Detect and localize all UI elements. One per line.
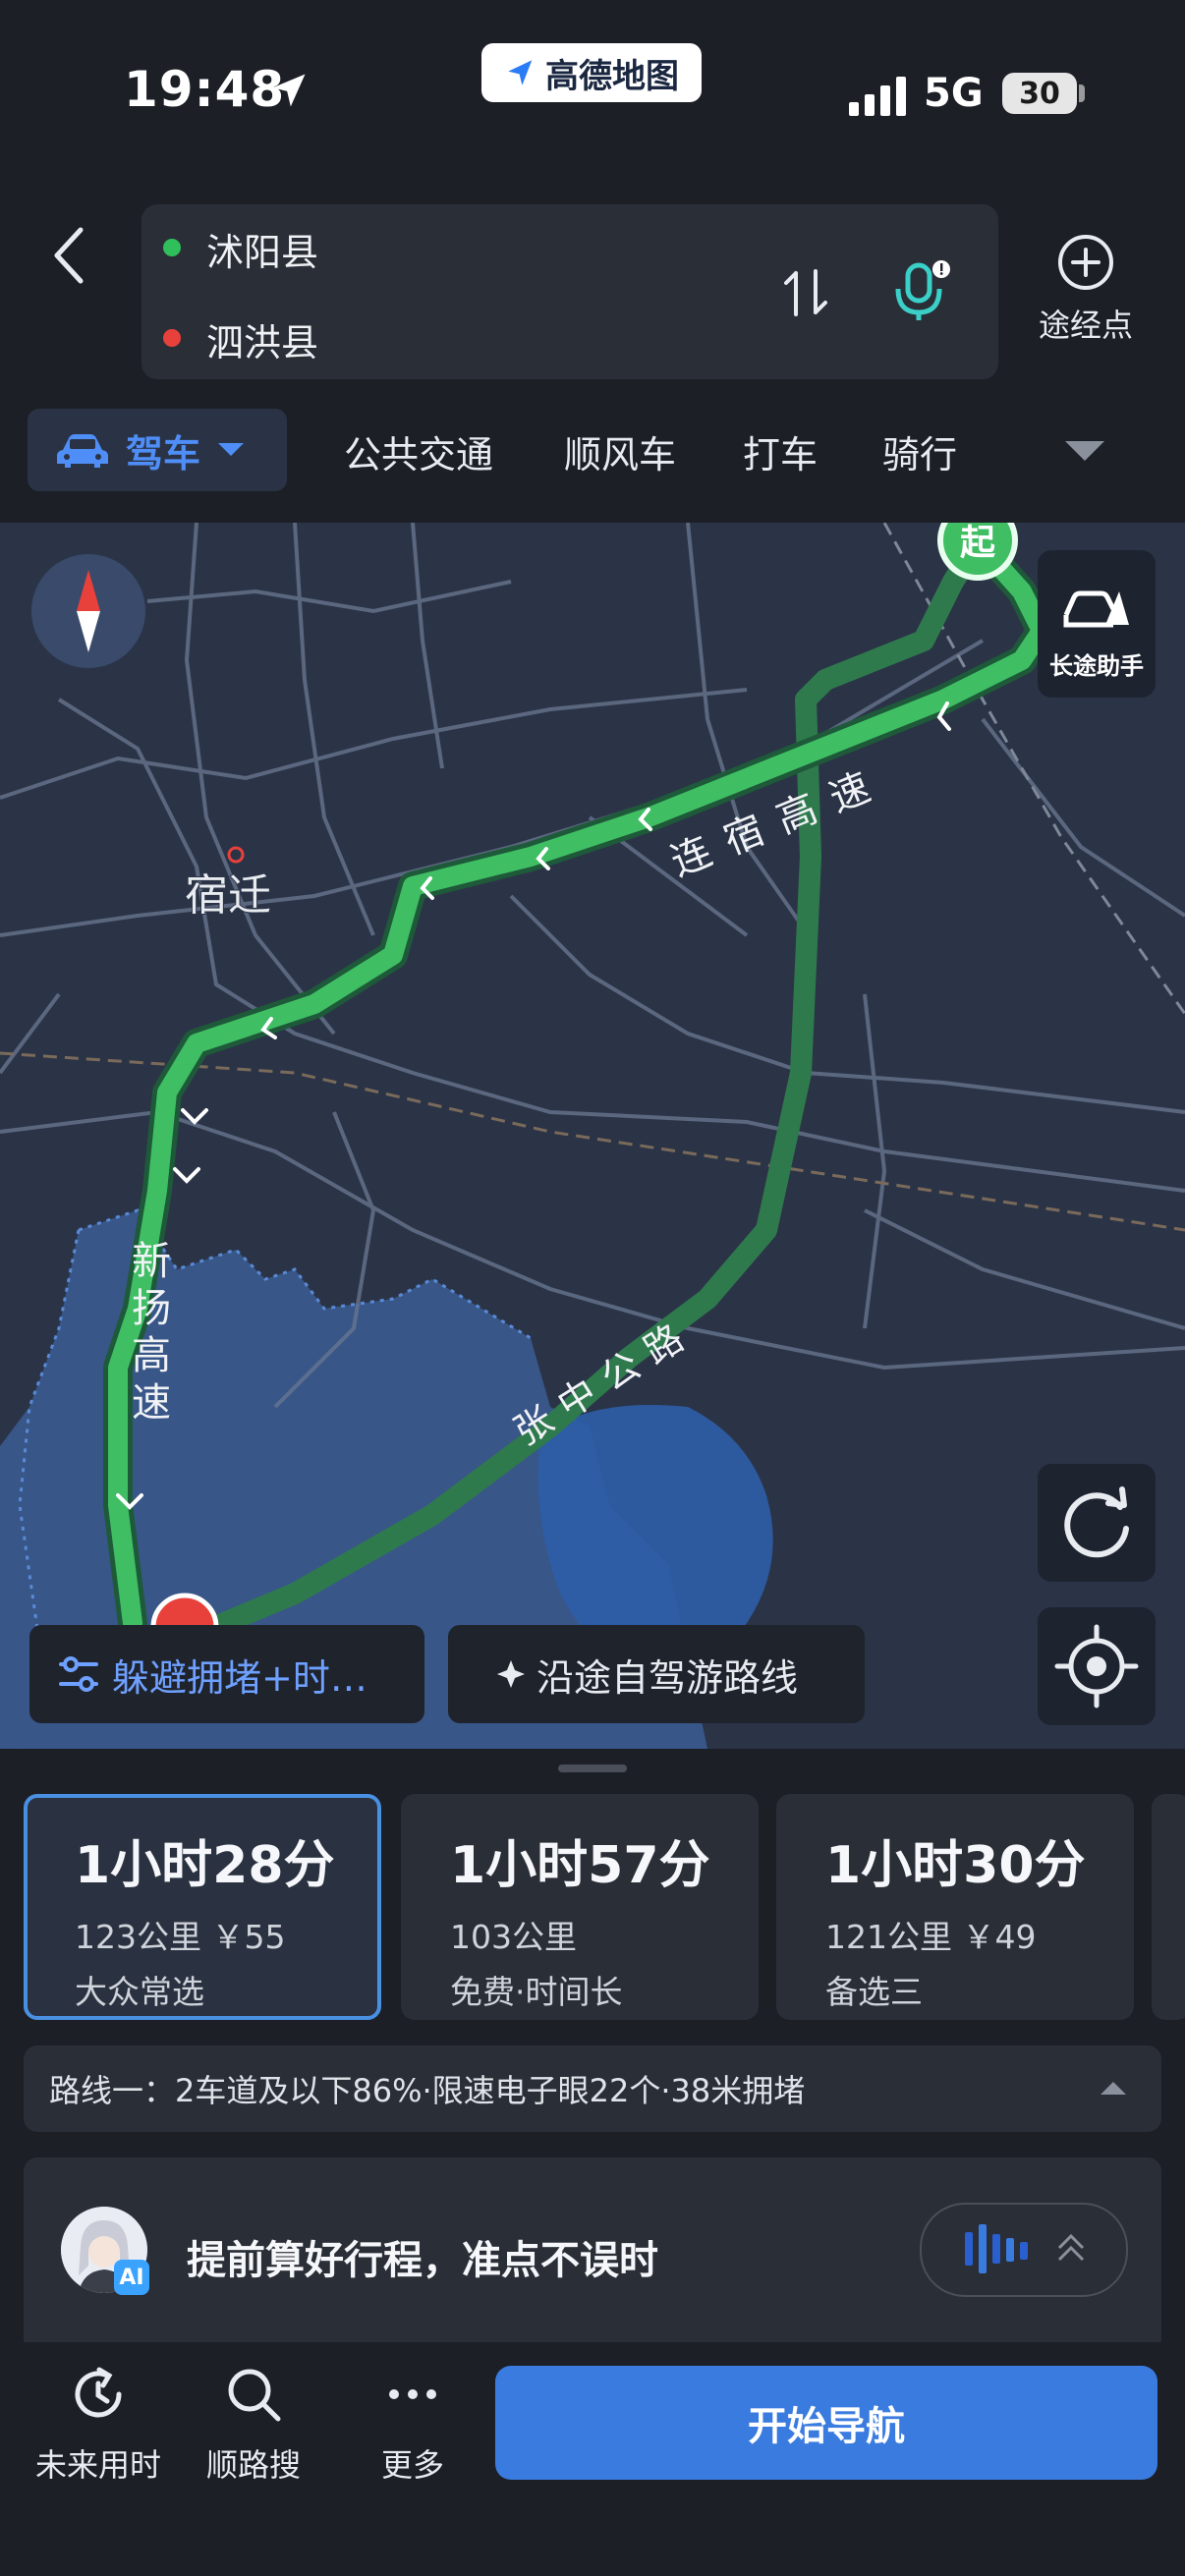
more-label: 更多 bbox=[380, 2446, 444, 2484]
audio-wave-icon bbox=[965, 2224, 1085, 2273]
app-badge[interactable]: 高德地图 bbox=[481, 43, 702, 102]
city-label: 宿迁 bbox=[185, 870, 271, 921]
route-time: 1小时28分 bbox=[75, 1836, 335, 1895]
long-trip-car-icon bbox=[1063, 590, 1129, 628]
route-option-card-partial[interactable] bbox=[1152, 1794, 1185, 2020]
route-tag: 备选三 bbox=[825, 1973, 923, 2011]
route-option-card[interactable]: 1小时30分 121公里 ￥49 备选三 bbox=[776, 1794, 1134, 2020]
battery-nub bbox=[1079, 84, 1085, 102]
search-along-route-button[interactable]: 顺路搜 bbox=[175, 2362, 332, 2486]
amap-logo-icon bbox=[508, 60, 533, 85]
map-view[interactable]: 起 宿迁 连宿高速 张中公路 新扬高速 bbox=[0, 523, 1185, 1749]
route-option-card[interactable]: 1小时28分 123公里 ￥55 大众常选 bbox=[24, 1794, 381, 2020]
locate-me-button[interactable] bbox=[1038, 1607, 1156, 1725]
tab-drive[interactable]: 驾车 bbox=[28, 409, 287, 491]
refresh-route-button[interactable] bbox=[1038, 1464, 1156, 1582]
chevron-up-icon[interactable] bbox=[1099, 2079, 1128, 2097]
long-trip-assistant-button[interactable]: 长途助手 bbox=[1038, 550, 1156, 698]
swap-route-button[interactable] bbox=[782, 265, 829, 320]
location-arrow-icon bbox=[272, 74, 306, 107]
search-along-route-label: 顺路搜 bbox=[205, 2446, 301, 2484]
future-time-button[interactable]: 未来用时 bbox=[20, 2362, 177, 2486]
tab-carpool[interactable]: 顺风车 bbox=[564, 424, 676, 478]
long-trip-label: 长途助手 bbox=[1049, 652, 1144, 680]
route-time: 1小时57分 bbox=[450, 1836, 710, 1895]
avoid-congestion-chip[interactable]: 躲避拥堵+时… bbox=[29, 1625, 424, 1723]
route-detail-bar[interactable]: 路线一：2车道及以下86%·限速电子眼22个·38米拥堵 bbox=[24, 2045, 1161, 2132]
route-distance-toll: 123公里 ￥55 bbox=[75, 1918, 286, 1956]
waypoint-label: 途经点 bbox=[1038, 307, 1133, 344]
search-icon bbox=[228, 2369, 281, 2422]
start-navigation-button[interactable]: 开始导航 bbox=[495, 2366, 1157, 2480]
self-drive-route-label: 沿途自驾游路线 bbox=[536, 1655, 799, 1700]
ai-message: 提前算好行程，准点不误时 bbox=[187, 2238, 658, 2283]
chevron-down-icon bbox=[218, 443, 245, 456]
route-time: 1小时30分 bbox=[825, 1836, 1086, 1895]
clock-icon bbox=[75, 2367, 122, 2418]
tab-taxi[interactable]: 打车 bbox=[743, 424, 818, 478]
route-option-card[interactable]: 1小时57分 103公里 免费·时间长 bbox=[401, 1794, 759, 2020]
back-button[interactable] bbox=[39, 216, 98, 295]
destination-field[interactable]: 泗洪县 bbox=[206, 312, 318, 366]
drag-handle[interactable] bbox=[558, 1764, 627, 1772]
network-type: 5G bbox=[924, 71, 984, 116]
route-tag: 免费·时间长 bbox=[450, 1973, 623, 2011]
more-modes-chevron-icon[interactable] bbox=[1063, 438, 1106, 464]
start-marker-label: 起 bbox=[960, 523, 996, 563]
origin-field[interactable]: 沭阳县 bbox=[206, 222, 318, 276]
compass-icon[interactable] bbox=[29, 552, 147, 670]
car-icon bbox=[57, 434, 108, 468]
city-dot bbox=[227, 846, 245, 864]
ai-expand-pill[interactable] bbox=[920, 2203, 1128, 2297]
more-button[interactable]: 更多 bbox=[334, 2362, 491, 2486]
tab-cycling[interactable]: 骑行 bbox=[882, 424, 957, 478]
add-waypoint-button[interactable]: 途经点 bbox=[1022, 232, 1150, 350]
origin-dot bbox=[163, 239, 181, 256]
battery-indicator: 30 bbox=[1002, 73, 1077, 114]
self-drive-route-chip[interactable]: 沿途自驾游路线 bbox=[448, 1625, 865, 1723]
more-dots-icon bbox=[389, 2389, 436, 2399]
road-label-xinyang: 新扬高速 bbox=[125, 1240, 170, 1428]
status-time: 19:48 bbox=[124, 61, 286, 118]
plus-circle-icon bbox=[1058, 235, 1113, 290]
tab-public-transit[interactable]: 公共交通 bbox=[344, 424, 493, 478]
destination-dot bbox=[163, 329, 181, 347]
map-canvas: 起 宿迁 连宿高速 张中公路 新扬高速 bbox=[0, 523, 1185, 1749]
ai-badge: AI bbox=[114, 2260, 149, 2295]
app-badge-name: 高德地图 bbox=[545, 56, 679, 96]
future-time-label: 未来用时 bbox=[34, 2446, 161, 2484]
avoid-congestion-label: 躲避拥堵+时… bbox=[112, 1655, 367, 1700]
voice-input-button[interactable] bbox=[886, 257, 955, 326]
cellular-signal-icon bbox=[849, 77, 906, 116]
route-distance-toll: 103公里 bbox=[450, 1918, 577, 1956]
sparkle-icon bbox=[497, 1660, 525, 1688]
route-tag: 大众常选 bbox=[75, 1973, 204, 2011]
tab-drive-label: 驾车 bbox=[126, 431, 201, 476]
sliders-icon bbox=[59, 1656, 98, 1692]
route-distance-toll: 121公里 ￥49 bbox=[825, 1918, 1037, 1956]
